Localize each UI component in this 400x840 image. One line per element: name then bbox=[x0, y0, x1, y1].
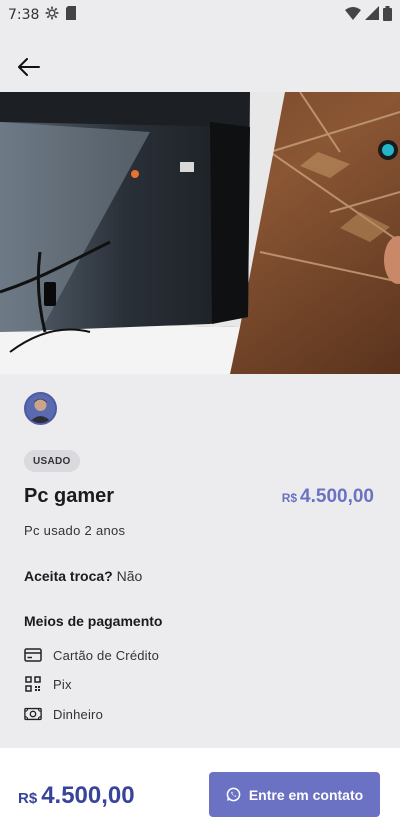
bottom-price-value: 4.500,00 bbox=[41, 782, 135, 809]
contact-button[interactable]: Entre em contato bbox=[209, 772, 380, 817]
trade-label: Aceita troca? bbox=[24, 568, 113, 584]
sd-card-icon bbox=[65, 6, 77, 24]
app-header bbox=[0, 44, 400, 90]
status-bar: 7:38 bbox=[0, 0, 400, 30]
payment-method-label: Dinheiro bbox=[53, 706, 104, 722]
bottom-price-currency: R$ bbox=[18, 790, 38, 807]
wifi-icon bbox=[345, 6, 361, 24]
payment-methods-title: Meios de pagamento bbox=[24, 613, 163, 629]
trade-info: Aceita troca? Não bbox=[24, 568, 142, 584]
contact-button-label: Entre em contato bbox=[248, 786, 364, 803]
cash-icon bbox=[24, 705, 42, 723]
price-currency: R$ bbox=[281, 491, 298, 505]
whatsapp-icon bbox=[226, 787, 241, 802]
payment-method-pix: Pix bbox=[24, 673, 72, 695]
condition-badge: USADO bbox=[24, 450, 80, 472]
payment-method-label: Pix bbox=[53, 676, 72, 692]
bottom-price: R$ 4.500,00 bbox=[18, 782, 135, 810]
listing-price: R$ 4.500,00 bbox=[282, 486, 374, 508]
product-photo[interactable] bbox=[0, 92, 400, 374]
seller-avatar[interactable] bbox=[24, 392, 57, 425]
battery-icon bbox=[383, 5, 392, 25]
listing-description: Pc usado 2 anos bbox=[24, 523, 126, 538]
settings-notification-icon bbox=[45, 6, 59, 24]
arrow-left-icon bbox=[18, 58, 40, 76]
payment-method-credit-card: Cartão de Crédito bbox=[24, 644, 159, 666]
signal-icon bbox=[365, 6, 379, 24]
status-time: 7:38 bbox=[8, 7, 40, 23]
trade-value: Não bbox=[116, 568, 143, 584]
payment-method-cash: Dinheiro bbox=[24, 703, 103, 725]
price-value: 4.500,00 bbox=[300, 486, 374, 507]
payment-method-label: Cartão de Crédito bbox=[53, 647, 160, 663]
back-button[interactable] bbox=[14, 52, 44, 82]
credit-card-icon bbox=[24, 646, 42, 664]
listing-title: Pc gamer bbox=[24, 485, 115, 507]
qr-code-icon bbox=[24, 675, 42, 693]
